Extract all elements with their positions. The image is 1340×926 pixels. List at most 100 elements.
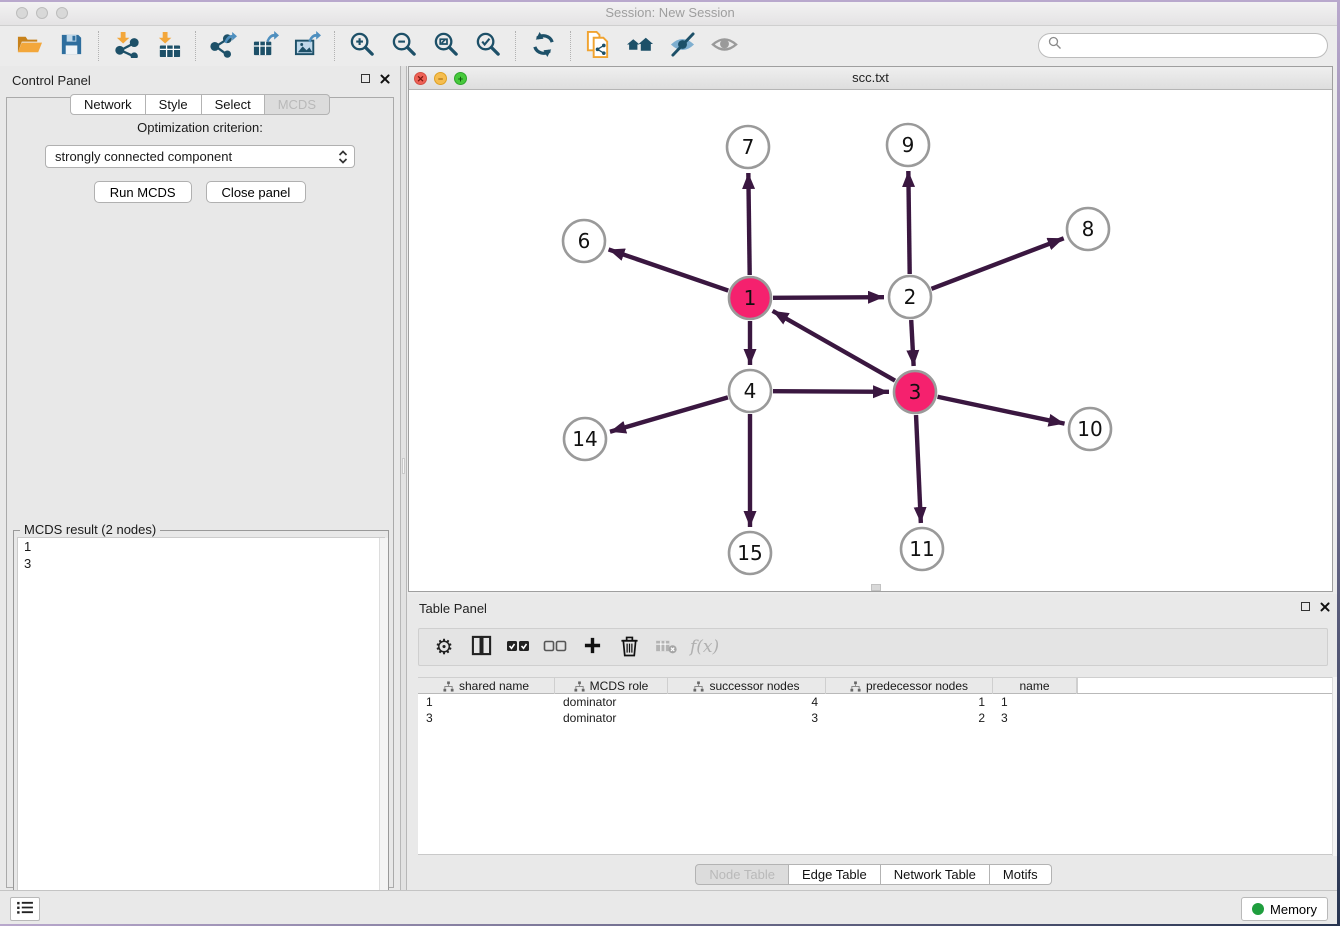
search-box (1038, 33, 1328, 58)
edge-1-6[interactable] (609, 249, 729, 290)
column-header-MCDS-role[interactable]: MCDS role (555, 678, 668, 694)
edge-2-9[interactable] (908, 171, 909, 274)
network-canvas[interactable]: 7 9 6 8 1 2 4 3 14 10 15 11 (409, 90, 1332, 591)
graph-node-3[interactable]: 3 (894, 371, 936, 413)
export-network-button[interactable] (202, 30, 244, 62)
table-cell[interactable]: 1 (993, 694, 1077, 710)
edge-2-8[interactable] (931, 238, 1063, 289)
graph-node-9[interactable]: 9 (887, 124, 929, 166)
deselect-all-rows-button[interactable] (542, 634, 568, 660)
graph-node-14[interactable]: 14 (564, 418, 606, 460)
graph-node-11[interactable]: 11 (901, 528, 943, 570)
task-history-button[interactable] (10, 897, 40, 921)
tab-style[interactable]: Style (146, 94, 202, 115)
column-header-successor-nodes[interactable]: successor nodes (668, 678, 826, 694)
float-table-panel-icon[interactable] (1301, 602, 1310, 611)
column-header-predecessor-nodes[interactable]: predecessor nodes (826, 678, 993, 694)
show-all-button[interactable] (703, 30, 745, 62)
settings-gear-button[interactable]: ⚙ (431, 634, 457, 660)
table-cell[interactable]: 3 (668, 710, 826, 726)
edge-4-14[interactable] (610, 397, 728, 431)
show-all-icon (711, 31, 738, 61)
tab-motifs[interactable]: Motifs (990, 864, 1052, 885)
tab-select[interactable]: Select (202, 94, 265, 115)
close-panel-icon[interactable] (379, 73, 390, 84)
tab-network-table[interactable]: Network Table (881, 864, 990, 885)
table-cell[interactable]: 4 (668, 694, 826, 710)
network-hscroll-handle[interactable] (871, 584, 881, 591)
export-image-button[interactable] (286, 30, 328, 62)
export-table-button[interactable] (244, 30, 286, 62)
first-neighbors-button[interactable] (619, 30, 661, 62)
column-header-shared-name[interactable]: shared name (418, 678, 555, 694)
table-row[interactable]: 1dominator411 (418, 694, 1332, 710)
panel-splitter[interactable] (400, 66, 407, 890)
network-minimize-icon[interactable]: − (434, 72, 447, 85)
function-builder-button[interactable]: f(x) (690, 634, 719, 660)
table-cell[interactable]: 1 (826, 694, 993, 710)
tab-node-table[interactable]: Node Table (695, 864, 789, 885)
edge-2-3[interactable] (911, 320, 913, 366)
hide-selected-button[interactable] (661, 30, 703, 62)
criterion-dropdown[interactable]: strongly connected component (45, 145, 355, 168)
column-header-name[interactable]: name (993, 678, 1077, 694)
tab-edge-table[interactable]: Edge Table (789, 864, 881, 885)
import-network-button[interactable] (105, 30, 147, 62)
table-panel: Table Panel ⚙ (407, 594, 1340, 890)
float-panel-icon[interactable] (361, 74, 370, 83)
network-close-icon[interactable]: ✕ (414, 72, 427, 85)
open-session-button[interactable] (8, 30, 50, 62)
edge-3-10[interactable] (938, 397, 1065, 424)
edge-1-7[interactable] (748, 173, 749, 275)
refresh-button[interactable] (522, 30, 564, 62)
mcds-result-list[interactable]: 13 (17, 537, 385, 909)
network-maximize-icon[interactable]: + (454, 72, 467, 85)
tab-network[interactable]: Network (70, 94, 146, 115)
search-input[interactable] (1062, 36, 1327, 56)
edge-4-3[interactable] (773, 391, 889, 392)
delete-table-button[interactable] (653, 634, 679, 660)
zoom-fit-icon (433, 31, 460, 61)
add-column-button[interactable] (579, 634, 605, 660)
table-row[interactable]: 3dominator323 (418, 710, 1332, 726)
select-all-rows-button[interactable] (505, 634, 531, 660)
columns-button[interactable] (468, 634, 494, 660)
run-mcds-button[interactable]: Run MCDS (94, 181, 192, 203)
zoom-in-button[interactable] (341, 30, 383, 62)
close-panel-button[interactable]: Close panel (206, 181, 307, 203)
network-from-selection-button[interactable] (577, 30, 619, 62)
edge-3-1[interactable] (773, 311, 895, 381)
delete-table-icon (655, 638, 678, 657)
table-cell[interactable]: dominator (555, 694, 668, 710)
table-cell[interactable]: 3 (993, 710, 1077, 726)
graph-node-15[interactable]: 15 (729, 532, 771, 574)
graph-node-1[interactable]: 1 (729, 277, 771, 319)
memory-button[interactable]: Memory (1241, 897, 1328, 921)
settings-gear-icon: ⚙ (435, 634, 454, 660)
close-table-panel-icon[interactable] (1319, 601, 1330, 612)
delete-column-button[interactable] (616, 634, 642, 660)
zoom-selected-button[interactable] (467, 30, 509, 62)
zoom-fit-button[interactable] (425, 30, 467, 62)
graph-node-7[interactable]: 7 (727, 126, 769, 168)
zoom-out-button[interactable] (383, 30, 425, 62)
tab-mcds[interactable]: MCDS (265, 94, 330, 115)
save-session-button[interactable] (50, 30, 92, 62)
control-panel-header: Control Panel (0, 66, 400, 94)
table-cell[interactable]: dominator (555, 710, 668, 726)
mcds-result-scrollbar[interactable] (379, 538, 388, 912)
table-cell[interactable]: 3 (418, 710, 555, 726)
graph-node-2[interactable]: 2 (889, 276, 931, 318)
splitter-grip[interactable] (402, 458, 405, 474)
edge-1-2[interactable] (773, 297, 884, 298)
table-cell[interactable]: 1 (418, 694, 555, 710)
edge-3-11[interactable] (916, 415, 921, 523)
graph-node-6[interactable]: 6 (563, 220, 605, 262)
graph-node-8[interactable]: 8 (1067, 208, 1109, 250)
import-table-button[interactable] (147, 30, 189, 62)
graph-node-10[interactable]: 10 (1069, 408, 1111, 450)
table-cell[interactable]: 2 (826, 710, 993, 726)
mcds-result-line: 3 (18, 555, 384, 572)
network-graph[interactable]: 7 9 6 8 1 2 4 3 14 10 15 11 (409, 90, 1332, 591)
graph-node-4[interactable]: 4 (729, 370, 771, 412)
